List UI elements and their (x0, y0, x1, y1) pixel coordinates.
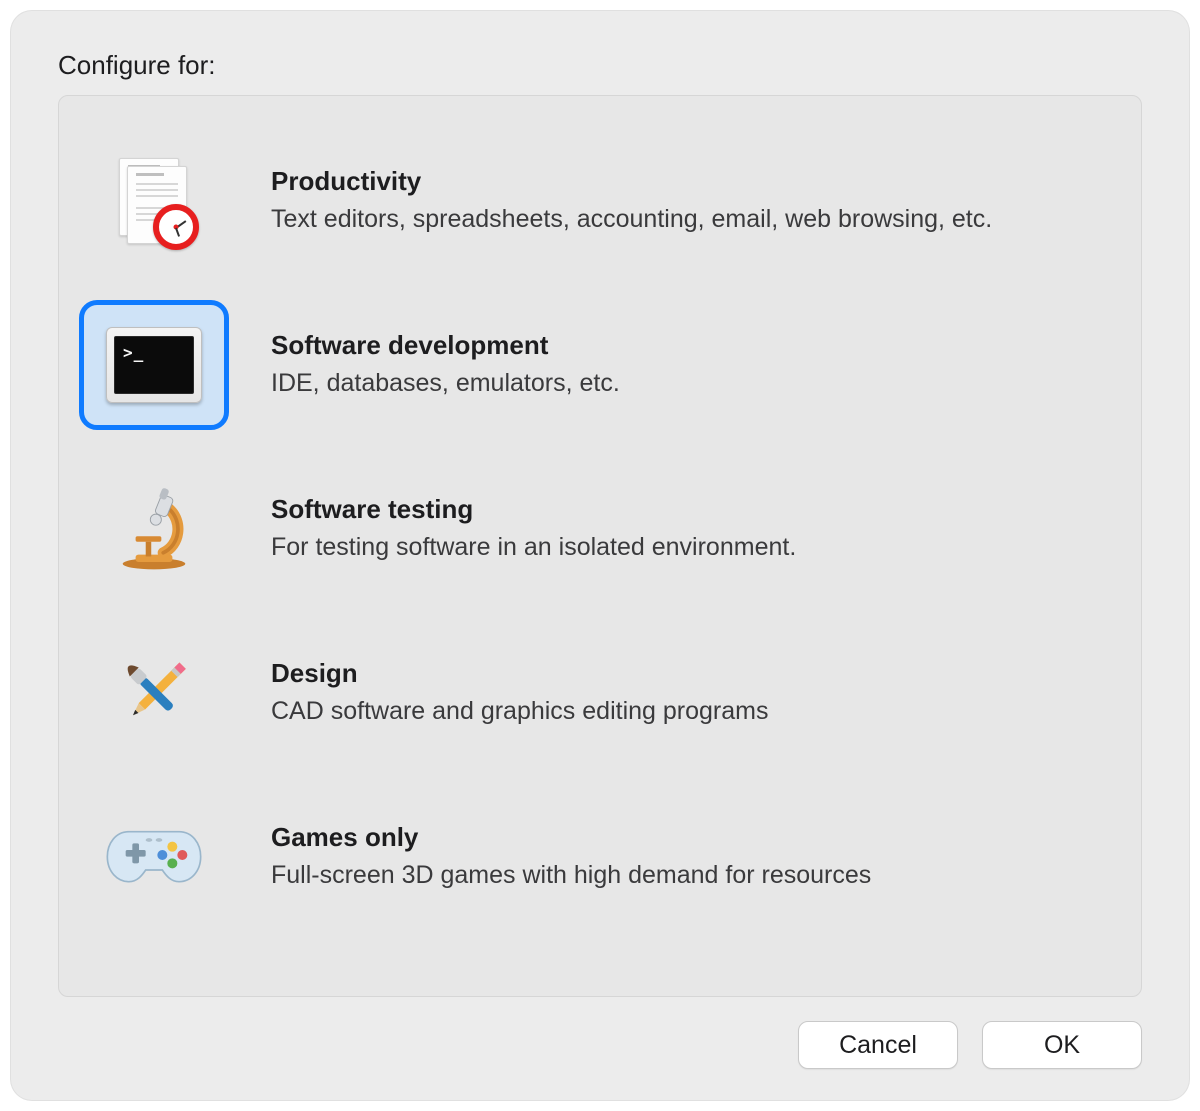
option-text: Design CAD software and graphics editing… (271, 658, 1101, 729)
option-text: Games only Full-screen 3D games with hig… (271, 822, 1101, 893)
option-title: Software testing (271, 494, 1101, 525)
option-games-only[interactable]: Games only Full-screen 3D games with hig… (79, 782, 1101, 932)
option-text: Productivity Text editors, spreadsheets,… (271, 166, 1101, 237)
brush-pencil-icon (79, 628, 229, 758)
option-text: Software testing For testing software in… (271, 494, 1101, 565)
option-design[interactable]: Design CAD software and graphics editing… (79, 618, 1101, 768)
cancel-button[interactable]: Cancel (798, 1021, 958, 1069)
option-title: Productivity (271, 166, 1101, 197)
dialog-footer: Cancel OK (58, 997, 1142, 1069)
option-software-testing[interactable]: Software testing For testing software in… (79, 454, 1101, 604)
options-panel: Productivity Text editors, spreadsheets,… (58, 95, 1142, 997)
option-description: Text editors, spreadsheets, accounting, … (271, 203, 1101, 237)
gamepad-icon (79, 792, 229, 922)
option-description: Full-screen 3D games with high demand fo… (271, 859, 1101, 893)
ok-button[interactable]: OK (982, 1021, 1142, 1069)
option-title: Software development (271, 330, 1101, 361)
option-title: Games only (271, 822, 1101, 853)
configure-dialog: Configure for: (10, 10, 1190, 1101)
option-software-development[interactable]: >_ Software development IDE, databases, … (79, 290, 1101, 440)
option-title: Design (271, 658, 1101, 689)
option-description: CAD software and graphics editing progra… (271, 695, 1101, 729)
dialog-header: Configure for: (58, 50, 1142, 81)
option-productivity[interactable]: Productivity Text editors, spreadsheets,… (79, 126, 1101, 276)
terminal-icon: >_ (79, 300, 229, 430)
option-description: For testing software in an isolated envi… (271, 531, 1101, 565)
microscope-icon (79, 464, 229, 594)
option-text: Software development IDE, databases, emu… (271, 330, 1101, 401)
document-clock-icon (79, 136, 229, 266)
option-description: IDE, databases, emulators, etc. (271, 367, 1101, 401)
